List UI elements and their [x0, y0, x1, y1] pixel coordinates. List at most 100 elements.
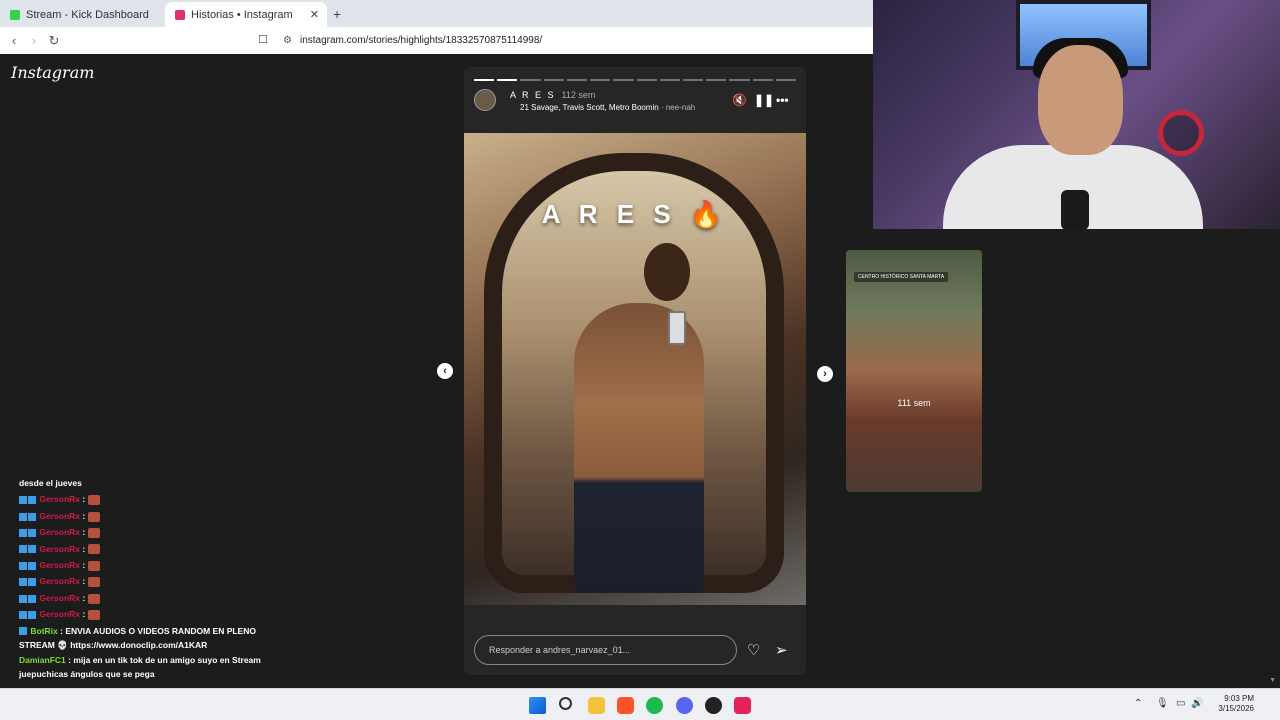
chat-text: : — [82, 527, 86, 538]
chat-message-bot: BotRix : ENVIA AUDIOS O VIDEOS RANDOM EN… — [19, 624, 279, 652]
chat-message: GersonRx : — [19, 590, 279, 606]
badge-icon — [28, 545, 36, 554]
badge-icon — [19, 561, 27, 570]
new-tab-button[interactable]: + — [327, 6, 349, 27]
chat-message: GersonRx : — [19, 524, 279, 540]
chevron-up-icon[interactable]: ⌃ — [1134, 698, 1142, 709]
bookmark-icon[interactable]: ☐ — [258, 33, 268, 46]
emote-icon — [87, 495, 100, 506]
obs-icon[interactable] — [705, 697, 722, 714]
system-clock[interactable]: 9:03 PM 3/15/2026 — [1208, 694, 1254, 714]
volume-icon[interactable]: 🔊 — [1191, 698, 1203, 709]
progress-segment — [636, 79, 657, 81]
clock-time: 9:03 PM — [1224, 694, 1254, 703]
chat-text: : — [82, 592, 86, 603]
chat-text: : — [82, 576, 86, 587]
avatar[interactable] — [474, 89, 496, 111]
story-photo: A R E S 🔥 — [464, 133, 806, 605]
forward-button[interactable]: › — [24, 33, 44, 48]
tab-kick-dashboard[interactable]: Stream - Kick Dashboard — [0, 2, 165, 27]
next-story-age: 111 sem — [897, 398, 931, 408]
back-button[interactable]: ‹ — [4, 33, 24, 48]
microphone-icon[interactable]: 🎙 — [1156, 698, 1169, 709]
progress-segment — [520, 79, 541, 81]
close-tab-icon[interactable]: ✕ — [310, 8, 319, 21]
badge-icon — [19, 528, 27, 537]
story-progress-bars — [474, 79, 797, 81]
badge-icon — [28, 594, 36, 603]
location-sticker: CENTRO HISTÓRICO SANTA MARTA — [854, 272, 949, 282]
chat-message: desde el jueves — [19, 478, 82, 488]
site-settings-icon[interactable]: ⚙ — [283, 35, 292, 46]
send-direct-icon[interactable]: ➢ — [775, 641, 788, 659]
windows-start-icon[interactable] — [529, 697, 546, 714]
chat-text: : — [82, 543, 86, 554]
emote-icon — [87, 610, 100, 620]
progress-segment — [497, 79, 518, 81]
search-icon[interactable] — [559, 697, 572, 710]
instagram-logo[interactable]: Instagram — [11, 63, 94, 82]
face-shape — [1038, 45, 1123, 155]
more-options-icon[interactable]: ••• — [776, 93, 789, 107]
story-header: A R E S 112 sem 21 Savage, Travis Scott, … — [474, 89, 796, 113]
chat-username: GersonRx — [39, 510, 80, 521]
chat-message: GersonRx : — [19, 508, 279, 524]
chat-username: DamianFC1 — [19, 654, 66, 665]
chat-text: : — [82, 494, 86, 505]
person-shape — [574, 303, 704, 593]
progress-segment — [706, 79, 727, 81]
like-heart-icon[interactable]: ♡ — [747, 641, 760, 659]
address-bar[interactable]: ⚙ instagram.com/stories/highlights/18332… — [283, 32, 542, 49]
microphone-shape — [1061, 190, 1089, 229]
chat-text: : — [82, 560, 86, 571]
progress-segment — [729, 79, 750, 81]
progress-segment — [590, 79, 611, 81]
emote-icon — [87, 593, 100, 604]
reload-button[interactable]: ↻ — [44, 33, 64, 49]
brave-browser-icon[interactable] — [617, 697, 634, 714]
file-explorer-icon[interactable] — [588, 697, 605, 714]
badge-icon — [19, 545, 27, 554]
next-story-preview[interactable]: CENTRO HISTÓRICO SANTA MARTA 111 sem — [846, 250, 982, 492]
badge-icon — [19, 578, 27, 587]
chat-message: DamianFC1 : mija en un tik tok de un ami… — [19, 653, 279, 681]
scroll-down-arrow-icon[interactable]: ▼ — [1269, 677, 1276, 684]
badge-icon — [19, 496, 27, 505]
network-icon[interactable]: ▭ — [1176, 698, 1185, 709]
badge-icon — [28, 611, 36, 619]
progress-segment — [682, 79, 704, 81]
username-text: A R E S — [510, 90, 556, 100]
browser-toolbar: ‹ › ↻ ☐ ⚙ instagram.com/stories/highligh… — [0, 27, 873, 54]
previous-story-button[interactable]: ‹ — [437, 363, 453, 379]
pause-icon[interactable]: ❚❚ — [754, 93, 774, 107]
music-artists: 21 Savage, Travis Scott, Metro Boomin — [520, 103, 659, 112]
tab-title: Stream - Kick Dashboard — [26, 8, 149, 21]
emote-icon — [87, 560, 100, 571]
tiktok-icon[interactable] — [734, 697, 751, 714]
badge-icon — [28, 496, 36, 505]
chat-text: : — [82, 609, 86, 620]
chat-username: GersonRx — [39, 592, 80, 603]
story-music[interactable]: 21 Savage, Travis Scott, Metro Boomin · … — [520, 103, 695, 112]
chat-username: GersonRx — [39, 560, 80, 571]
story-viewer: A R E S 112 sem 21 Savage, Travis Scott, … — [464, 67, 806, 675]
badge-icon — [28, 512, 36, 521]
story-username[interactable]: A R E S 112 sem — [510, 90, 595, 100]
badge-icon — [28, 561, 36, 570]
music-song: · nee-nah — [660, 103, 696, 112]
reply-input[interactable]: Responder a andres_narvaez_01... — [474, 635, 737, 665]
tab-instagram-stories[interactable]: Historias • Instagram ✕ — [165, 2, 327, 27]
progress-segment — [543, 79, 564, 81]
emote-icon — [87, 511, 100, 522]
chat-username: GersonRx — [39, 527, 80, 538]
instagram-favicon-icon — [175, 9, 185, 20]
progress-segment — [752, 79, 773, 81]
discord-icon[interactable] — [676, 697, 693, 714]
head-shape — [644, 243, 690, 301]
progress-segment — [613, 79, 634, 81]
next-story-button[interactable]: › — [817, 366, 833, 382]
chat-text: : — [82, 510, 86, 521]
mute-icon[interactable]: 🔇 — [732, 93, 747, 107]
spotify-icon[interactable] — [646, 697, 663, 714]
badge-icon — [28, 528, 36, 537]
